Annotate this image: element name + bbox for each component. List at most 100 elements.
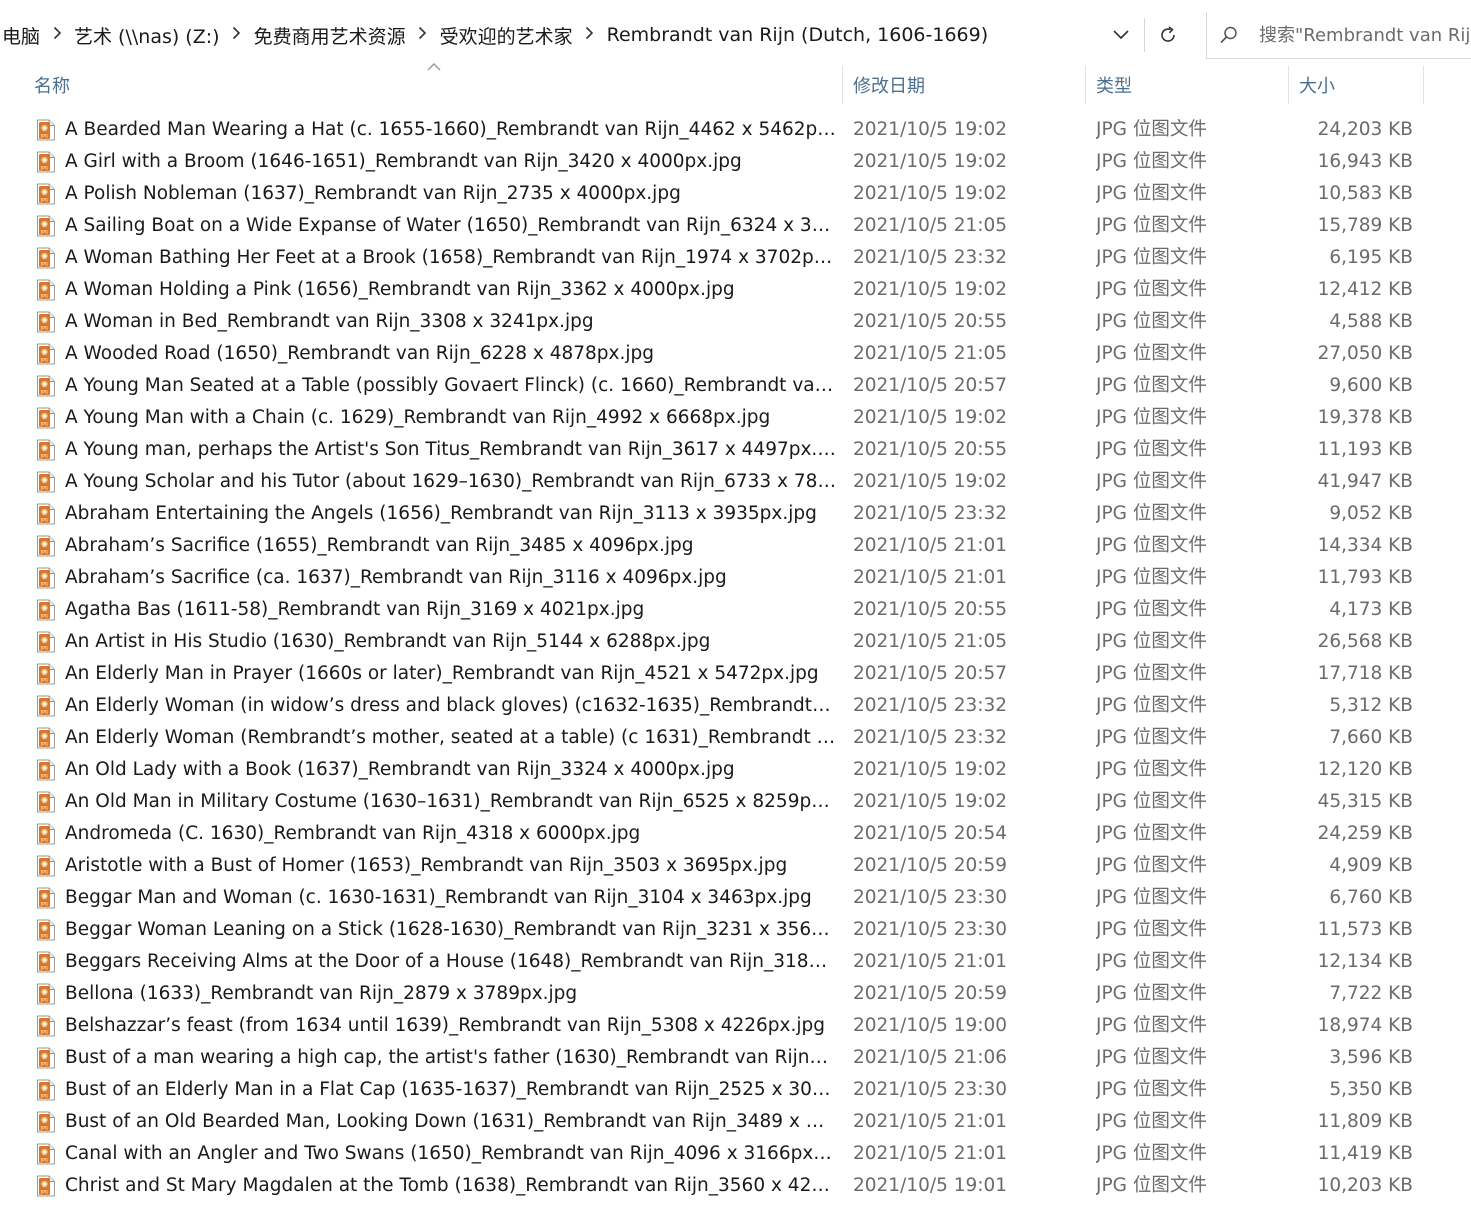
file-row[interactable]: JPG An Old Man in Military Costume (1630–… <box>0 786 1471 818</box>
breadcrumb[interactable]: 电脑 艺术 (\\nas) (Z:) 免费商用艺术资源 受欢迎的艺术家 Rembrand… <box>0 12 1100 58</box>
file-name-cell[interactable]: JPG Christ and St Mary Magdalen at the To… <box>36 1170 836 1202</box>
column-header-name[interactable]: 名称 <box>24 62 842 108</box>
file-row[interactable]: JPG Canal with an Angler and Two Swans (1… <box>0 1138 1471 1170</box>
file-name-cell[interactable]: JPG A Young man, perhaps the Artist's Son… <box>36 434 836 466</box>
file-row[interactable]: JPG Bust of an Old Bearded Man, Looking D… <box>0 1106 1471 1138</box>
jpg-file-icon: JPG <box>36 823 56 845</box>
file-name-cell[interactable]: JPG Bellona (1633)_Rembrandt van Rijn_287… <box>36 978 836 1010</box>
file-row[interactable]: JPG Beggar Man and Woman (c. 1630-1631)_R… <box>0 882 1471 914</box>
file-row[interactable]: JPG An Elderly Woman (in widow’s dress an… <box>0 690 1471 722</box>
column-header-type[interactable]: 类型 <box>1086 62 1288 108</box>
chevron-right-icon[interactable] <box>222 25 252 45</box>
file-name-cell[interactable]: JPG Bust of an Elderly Man in a Flat Cap … <box>36 1074 836 1106</box>
chevron-right-icon[interactable] <box>408 25 438 45</box>
svg-text:JPG: JPG <box>40 1158 48 1163</box>
file-row[interactable]: JPG Christ and St Mary Magdalen at the To… <box>0 1170 1471 1202</box>
file-name-cell[interactable]: JPG A Young Man with a Chain (c. 1629)_Re… <box>36 402 836 434</box>
file-name-cell[interactable]: JPG Agatha Bas (1611-58)_Rembrandt van Ri… <box>36 594 836 626</box>
file-name-cell[interactable]: JPG A Woman Bathing Her Feet at a Brook (… <box>36 242 836 274</box>
file-row[interactable]: JPG A Young man, perhaps the Artist's Son… <box>0 434 1471 466</box>
chevron-right-icon[interactable] <box>575 25 605 45</box>
file-type: JPG 位图文件 <box>1096 855 1207 876</box>
file-row[interactable]: JPG An Elderly Man in Prayer (1660s or la… <box>0 658 1471 690</box>
file-row[interactable]: JPG An Artist in His Studio (1630)_Rembra… <box>0 626 1471 658</box>
file-row[interactable]: JPG Bust of an Elderly Man in a Flat Cap … <box>0 1074 1471 1106</box>
chevron-right-icon[interactable] <box>42 25 72 45</box>
file-row[interactable]: JPG Aristotle with a Bust of Homer (1653)… <box>0 850 1471 882</box>
file-row[interactable]: JPG A Wooded Road (1650)_Rembrandt van Ri… <box>0 338 1471 370</box>
file-row[interactable]: JPG Andromeda (C. 1630)_Rembrandt van Rij… <box>0 818 1471 850</box>
column-header-row: 名称 修改日期 类型 大小 <box>0 62 1471 108</box>
file-name-cell[interactable]: JPG Abraham Entertaining the Angels (1656… <box>36 498 836 530</box>
file-name-cell[interactable]: JPG Andromeda (C. 1630)_Rembrandt van Rij… <box>36 818 836 850</box>
search-icon <box>1207 12 1251 58</box>
file-row[interactable]: JPG A Young Man Seated at a Table (possib… <box>0 370 1471 402</box>
file-name-cell[interactable]: JPG A Woman Holding a Pink (1656)_Rembran… <box>36 274 836 306</box>
column-header-size[interactable]: 大小 <box>1289 62 1423 108</box>
search-input[interactable] <box>1251 24 1471 46</box>
file-name-cell[interactable]: JPG A Wooded Road (1650)_Rembrandt van Ri… <box>36 338 836 370</box>
svg-text:JPG: JPG <box>40 454 48 459</box>
file-row[interactable]: JPG A Girl with a Broom (1646-1651)_Rembr… <box>0 146 1471 178</box>
file-name-cell[interactable]: JPG An Elderly Man in Prayer (1660s or la… <box>36 658 836 690</box>
breadcrumb-item[interactable]: 受欢迎的艺术家 <box>438 12 575 58</box>
file-modified-date: 2021/10/5 20:57 <box>853 375 1008 396</box>
file-name-cell[interactable]: JPG Bust of an Old Bearded Man, Looking D… <box>36 1106 836 1138</box>
file-row[interactable]: JPG Abraham Entertaining the Angels (1656… <box>0 498 1471 530</box>
search-box[interactable] <box>1206 12 1471 59</box>
file-name-cell[interactable]: JPG A Young Man Seated at a Table (possib… <box>36 370 836 402</box>
refresh-button[interactable] <box>1148 16 1188 54</box>
file-row[interactable]: JPG Abraham’s Sacrifice (ca. 1637)_Rembra… <box>0 562 1471 594</box>
file-row[interactable]: JPG A Sailing Boat on a Wide Expanse of W… <box>0 210 1471 242</box>
file-row[interactable]: JPG An Old Lady with a Book (1637)_Rembra… <box>0 754 1471 786</box>
jpg-file-icon: JPG <box>36 503 56 525</box>
file-name-cell[interactable]: JPG A Polish Nobleman (1637)_Rembrandt va… <box>36 178 836 210</box>
file-name-cell[interactable]: JPG An Old Lady with a Book (1637)_Rembra… <box>36 754 836 786</box>
file-size: 4,909 KB <box>1329 855 1413 876</box>
file-name-cell[interactable]: JPG An Artist in His Studio (1630)_Rembra… <box>36 626 836 658</box>
file-row[interactable]: JPG An Elderly Woman (Rembrandt’s mother,… <box>0 722 1471 754</box>
file-name-cell[interactable]: JPG Beggar Woman Leaning on a Stick (1628… <box>36 914 836 946</box>
column-resize-handle-size[interactable] <box>1423 66 1424 104</box>
file-row[interactable]: JPG A Young Man with a Chain (c. 1629)_Re… <box>0 402 1471 434</box>
refresh-icon <box>1161 26 1175 42</box>
file-name-cell[interactable]: JPG A Young Scholar and his Tutor (about … <box>36 466 836 498</box>
column-header-date[interactable]: 修改日期 <box>843 62 1085 108</box>
breadcrumb-item[interactable]: 艺术 (\\nas) (Z:) <box>72 12 222 58</box>
file-name-cell[interactable]: JPG A Woman in Bed_Rembrandt van Rijn_330… <box>36 306 836 338</box>
file-name-cell[interactable]: JPG Abraham’s Sacrifice (1655)_Rembrandt … <box>36 530 836 562</box>
breadcrumb-item[interactable]: 免费商用艺术资源 <box>252 12 408 58</box>
address-history-dropdown[interactable] <box>1104 16 1138 54</box>
file-name-cell[interactable]: JPG An Old Man in Military Costume (1630–… <box>36 786 836 818</box>
file-row[interactable]: JPG Beggars Receiving Alms at the Door of… <box>0 946 1471 978</box>
file-name-cell[interactable]: JPG Abraham’s Sacrifice (ca. 1637)_Rembra… <box>36 562 836 594</box>
svg-text:JPG: JPG <box>40 582 48 587</box>
file-name-cell[interactable]: JPG A Sailing Boat on a Wide Expanse of W… <box>36 210 836 242</box>
file-row[interactable]: JPG Agatha Bas (1611-58)_Rembrandt van Ri… <box>0 594 1471 626</box>
file-row[interactable]: JPG A Young Scholar and his Tutor (about … <box>0 466 1471 498</box>
breadcrumb-item[interactable]: Rembrandt van Rijn (Dutch, 1606-1669) <box>605 12 991 58</box>
file-name-cell[interactable]: JPG Beggar Man and Woman (c. 1630-1631)_R… <box>36 882 836 914</box>
file-name-cell[interactable]: JPG An Elderly Woman (in widow’s dress an… <box>36 690 836 722</box>
file-name-cell[interactable]: JPG Belshazzar’s feast (from 1634 until 1… <box>36 1010 836 1042</box>
file-name-cell[interactable]: JPG A Girl with a Broom (1646-1651)_Rembr… <box>36 146 836 178</box>
file-row[interactable]: JPG Abraham’s Sacrifice (1655)_Rembrandt … <box>0 530 1471 562</box>
breadcrumb-item[interactable]: 电脑 <box>0 12 42 58</box>
file-row[interactable]: JPG A Woman in Bed_Rembrandt van Rijn_330… <box>0 306 1471 338</box>
file-name-cell[interactable]: JPG An Elderly Woman (Rembrandt’s mother,… <box>36 722 836 754</box>
file-name-cell[interactable]: JPG Canal with an Angler and Two Swans (1… <box>36 1138 836 1170</box>
file-row[interactable]: JPG A Bearded Man Wearing a Hat (c. 1655-… <box>0 114 1471 146</box>
file-row[interactable]: JPG Beggar Woman Leaning on a Stick (1628… <box>0 914 1471 946</box>
file-name-cell[interactable]: JPG Bust of a man wearing a high cap, the… <box>36 1042 836 1074</box>
file-row[interactable]: JPG A Woman Holding a Pink (1656)_Rembran… <box>0 274 1471 306</box>
file-row[interactable]: JPG A Polish Nobleman (1637)_Rembrandt va… <box>0 178 1471 210</box>
file-row[interactable]: JPG Belshazzar’s feast (from 1634 until 1… <box>0 1010 1471 1042</box>
file-row[interactable]: JPG A Woman Bathing Her Feet at a Brook (… <box>0 242 1471 274</box>
file-name: A Woman Holding a Pink (1656)_Rembrandt … <box>65 279 735 300</box>
file-type: JPG 位图文件 <box>1096 599 1207 620</box>
file-name-cell[interactable]: JPG Aristotle with a Bust of Homer (1653)… <box>36 850 836 882</box>
file-name-cell[interactable]: JPG A Bearded Man Wearing a Hat (c. 1655-… <box>36 114 836 146</box>
file-row[interactable]: JPG Bust of a man wearing a high cap, the… <box>0 1042 1471 1074</box>
file-row[interactable]: JPG Bellona (1633)_Rembrandt van Rijn_287… <box>0 978 1471 1010</box>
file-name-cell[interactable]: JPG Beggars Receiving Alms at the Door of… <box>36 946 836 978</box>
